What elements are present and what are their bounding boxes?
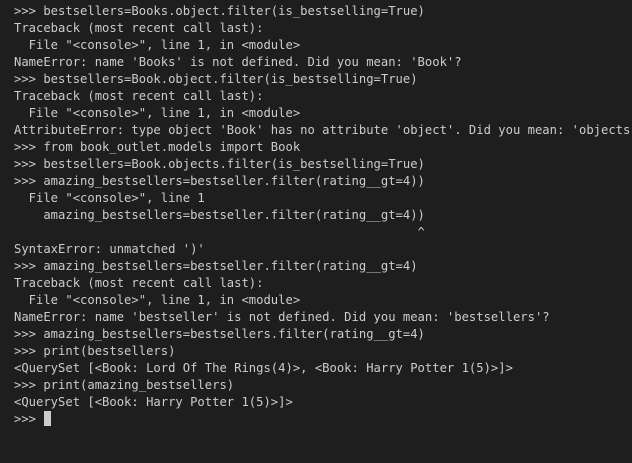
terminal-line: Traceback (most recent call last):	[14, 21, 264, 35]
terminal-line: >>> print(amazing_bestsellers)	[14, 378, 235, 392]
terminal-line: >>> amazing_bestsellers=bestseller.filte…	[14, 174, 425, 188]
terminal-line: Traceback (most recent call last):	[14, 89, 264, 103]
terminal-line: >>> bestsellers=Books.object.filter(is_b…	[14, 4, 425, 18]
text-cursor	[44, 411, 52, 426]
terminal-line: >>> bestsellers=Book.object.filter(is_be…	[14, 72, 418, 86]
terminal-line: Traceback (most recent call last):	[14, 276, 264, 290]
terminal-line: >>> print(bestsellers)	[14, 344, 176, 358]
terminal-line: SyntaxError: unmatched ')'	[14, 242, 205, 256]
terminal-line: >>> amazing_bestsellers=bestseller.filte…	[14, 259, 418, 273]
terminal-line: >>> bestsellers=Book.objects.filter(is_b…	[14, 157, 425, 171]
terminal-line: >>> from book_outlet.models import Book	[14, 140, 301, 154]
terminal-line: AttributeError: type object 'Book' has n…	[14, 123, 632, 137]
terminal-output[interactable]: >>> bestsellers=Books.object.filter(is_b…	[0, 0, 632, 463]
prompt: >>>	[14, 412, 44, 426]
terminal-line: File "<console>", line 1, in <module>	[14, 293, 301, 307]
terminal-line: <QuerySet [<Book: Harry Potter 1(5)>]>	[14, 395, 293, 409]
terminal-input-line[interactable]: >>>	[14, 411, 632, 428]
terminal-history: >>> bestsellers=Books.object.filter(is_b…	[14, 3, 632, 411]
terminal-line: File "<console>", line 1, in <module>	[14, 38, 301, 52]
terminal-line: ^	[14, 225, 425, 239]
terminal-line: NameError: name 'bestseller' is not defi…	[14, 310, 550, 324]
terminal-line: File "<console>", line 1, in <module>	[14, 106, 301, 120]
terminal-line: <QuerySet [<Book: Lord Of The Rings(4)>,…	[14, 361, 513, 375]
terminal-line: NameError: name 'Books' is not defined. …	[14, 55, 462, 69]
terminal-line: >>> amazing_bestsellers=bestsellers.filt…	[14, 327, 425, 341]
terminal-line: File "<console>", line 1	[14, 191, 205, 205]
terminal-line: amazing_bestsellers=bestseller.filter(ra…	[14, 208, 425, 222]
